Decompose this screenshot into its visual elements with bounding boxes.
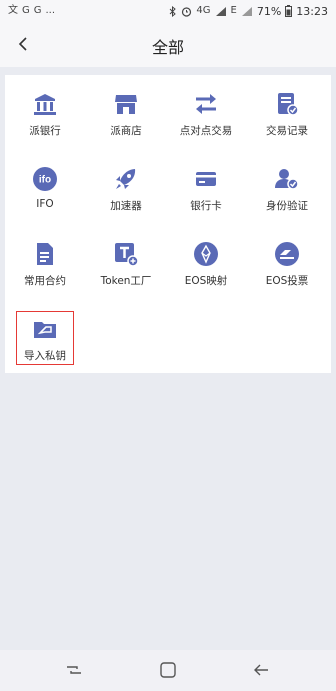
signal-icon (241, 6, 252, 16)
status-bar: 文 G G ... 4G E 71% 13:23 (0, 0, 336, 22)
grid-item-label: 交易记录 (266, 125, 308, 137)
grid-item-eos-vote[interactable]: EOS投票 (252, 241, 322, 303)
grid-item-label: EOS映射 (184, 275, 228, 287)
grid-item-ifo[interactable]: ifo IFO (10, 166, 80, 228)
grid-item-label: IFO (36, 198, 54, 210)
status-left: 文 G G ... (8, 6, 55, 16)
transfer-icon (196, 94, 216, 114)
grid-item-eos-mapping[interactable]: EOS映射 (171, 241, 241, 303)
arrow-left-icon (254, 664, 268, 676)
grid-item-trade-history[interactable]: 交易记录 (252, 91, 322, 153)
recent-apps-button[interactable] (60, 658, 88, 682)
grid-item-label: 点对点交易 (179, 125, 233, 137)
status-right: 4G E 71% 13:23 (169, 5, 328, 18)
token-factory-icon (115, 243, 139, 267)
highlight-box (16, 311, 74, 365)
home-button[interactable] (154, 658, 182, 682)
ifo-icon: ifo (33, 167, 57, 191)
network-type-label: 4G (196, 5, 211, 16)
battery-icon (285, 5, 293, 17)
grid-item-common-contracts[interactable]: 常用合约 (10, 241, 80, 303)
grid-item-bank-card[interactable]: 银行卡 (171, 166, 241, 228)
grid-item-label: Token工厂 (100, 275, 152, 287)
system-nav-bar (0, 650, 336, 691)
clock: 13:23 (296, 4, 328, 18)
grid-item-label: 派银行 (29, 125, 61, 137)
recent-apps-icon (67, 666, 81, 674)
grid-item-label: EOS投票 (265, 275, 309, 287)
bank-icon (34, 94, 56, 115)
header-bar: 全部 (0, 22, 336, 67)
signal-icon (215, 6, 226, 16)
record-icon (278, 93, 299, 116)
network-type-label: E (230, 5, 237, 16)
grid-item-label: 常用合约 (24, 275, 66, 287)
grid-item-label: 身份验证 (266, 200, 308, 212)
ifo-icon-text: ifo (39, 175, 51, 186)
back-nav-button[interactable] (248, 658, 276, 682)
grid-item-label: 银行卡 (190, 200, 222, 212)
grid-item-label: 加速器 (110, 200, 142, 212)
identity-icon (275, 169, 299, 190)
store-icon (115, 95, 137, 114)
rocket-icon (116, 169, 136, 189)
home-icon (160, 662, 176, 678)
grid-item-label: 派商店 (110, 125, 142, 137)
grid-item-token-factory[interactable]: Token工厂 (91, 241, 161, 303)
grid-item-identity-verify[interactable]: 身份验证 (252, 166, 322, 228)
app-notification-icon: 文 (8, 5, 18, 16)
page-title: 全部 (151, 38, 184, 57)
more-notifications-icon: ... (45, 5, 56, 16)
grid-item-bank[interactable]: 派银行 (10, 91, 80, 153)
contract-icon (37, 243, 53, 265)
vote-icon (275, 242, 299, 266)
grid-item-p2p-trade[interactable]: 点对点交易 (171, 91, 241, 153)
alarm-icon (182, 6, 192, 17)
app-notification-icon: G (22, 5, 30, 16)
battery-percent: 71% (256, 4, 282, 18)
app-notification-icon: G (33, 5, 42, 16)
grid-item-accelerator[interactable]: 加速器 (91, 166, 161, 228)
card-icon (196, 172, 216, 186)
eos-icon (194, 242, 218, 266)
bluetooth-icon (170, 5, 177, 17)
grid-item-store[interactable]: 派商店 (91, 91, 161, 153)
